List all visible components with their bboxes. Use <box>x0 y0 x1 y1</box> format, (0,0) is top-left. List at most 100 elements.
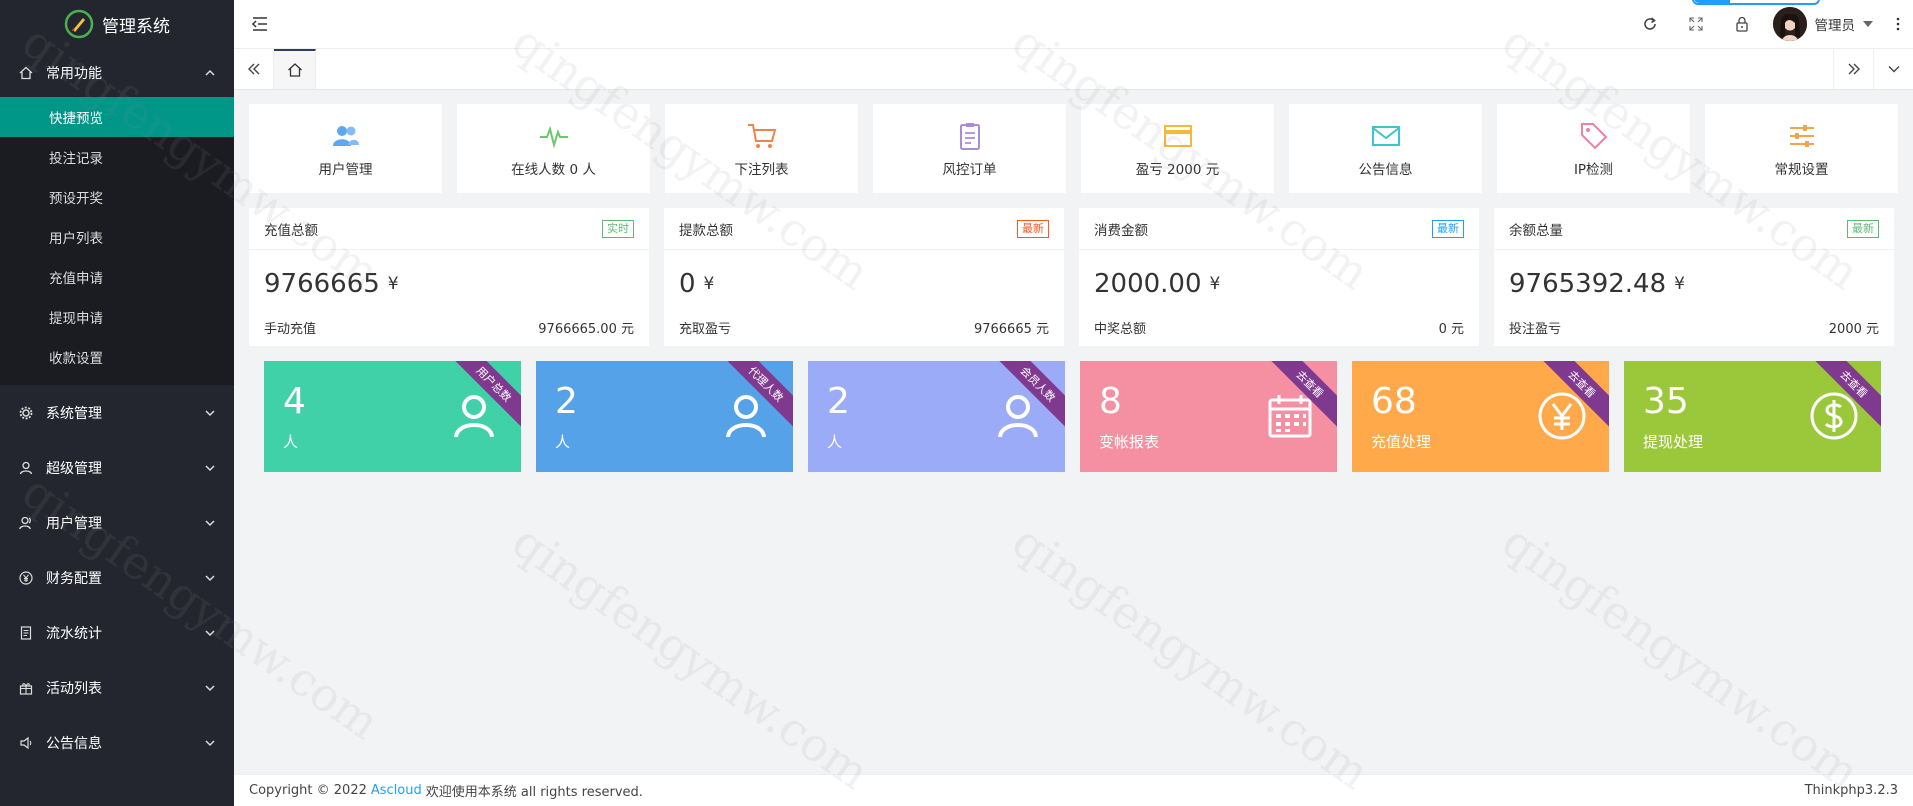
refresh-icon <box>1643 17 1656 30</box>
tab-options-button[interactable] <box>1873 49 1913 89</box>
card-recharge-processing[interactable]: 68 充值处理 去查看 <box>1352 361 1609 472</box>
menu-head-system[interactable]: 系统管理 <box>0 385 234 440</box>
sidebar-item-bet-records[interactable]: 投注记录 <box>0 137 234 177</box>
stat-consumption: 消费金额 最新 2000.00 ¥ 中奖总额 0 元 <box>1079 208 1479 346</box>
lock-screen-button[interactable] <box>1719 0 1765 49</box>
chevron-down-icon <box>205 574 215 581</box>
sliders-icon <box>1789 124 1814 147</box>
quick-ip-check[interactable]: IP检测 <box>1497 104 1690 193</box>
quick-label: 常规设置 <box>1774 161 1829 178</box>
double-chevron-left-icon <box>247 63 259 75</box>
menu-head-notices[interactable]: 公告信息 <box>0 715 234 770</box>
top-progress-indicator <box>1692 0 1820 5</box>
lock-icon <box>1735 16 1748 32</box>
user-icon <box>18 460 34 476</box>
menu-head-label: 流水统计 <box>46 625 102 642</box>
card-members[interactable]: 2 人 会员人数 <box>808 361 1065 472</box>
stat-withdraw-total: 提款总额 最新 0 ¥ 充取盈亏 9766665 元 <box>664 208 1064 346</box>
stat-foot-label: 中奖总额 <box>1094 322 1147 337</box>
document-icon <box>18 625 34 641</box>
sidebar-item-user-list[interactable]: 用户列表 <box>0 217 234 257</box>
quick-online-count[interactable]: 在线人数 0 人 <box>457 104 650 193</box>
calendar-icon <box>1268 395 1312 438</box>
tab-bar <box>234 49 1913 90</box>
user-icon <box>454 395 494 438</box>
card-unit: 人 <box>283 433 299 451</box>
quick-label: 下注列表 <box>734 161 789 178</box>
top-header: 管理员 <box>234 0 1913 49</box>
card-agents[interactable]: 2 人 代理人数 <box>536 361 793 472</box>
refresh-button[interactable] <box>1627 0 1673 49</box>
menu-head-users[interactable]: 用户管理 <box>0 495 234 550</box>
users-icon <box>332 125 359 146</box>
app-title: 管理系统 <box>102 16 170 37</box>
currency-symbol: ¥ <box>1674 274 1685 294</box>
menu-head-common[interactable]: 常用功能 <box>0 48 234 97</box>
chevron-down-icon <box>205 629 215 636</box>
stat-value: 2000.00 <box>1094 269 1202 299</box>
tab-scroll-right-button[interactable] <box>1833 49 1873 89</box>
quick-bet-list[interactable]: 下注列表 <box>665 104 858 193</box>
stat-foot-label: 充取盈亏 <box>679 322 732 337</box>
menu-head-finance[interactable]: 财务配置 <box>0 550 234 605</box>
quick-notices[interactable]: 公告信息 <box>1289 104 1482 193</box>
clipboard-icon <box>959 122 980 150</box>
sidebar-item-payment-settings[interactable]: 收款设置 <box>0 337 234 377</box>
card-number: 35 <box>1643 381 1689 422</box>
stat-balance-total: 余额总量 最新 9765392.48 ¥ 投注盈亏 2000 元 <box>1494 208 1894 346</box>
stat-foot-value: 9766665 元 <box>973 322 1049 337</box>
caret-down-icon <box>1863 21 1873 27</box>
sidebar-item-withdraw-requests[interactable]: 提现申请 <box>0 297 234 337</box>
stats-panels: 充值总额 实时 9766665 ¥ 手动充值 9766665.00 元 提款总额 最… <box>249 208 1894 346</box>
chevron-down-icon <box>1888 66 1899 73</box>
fullscreen-button[interactable] <box>1673 0 1719 49</box>
user-icon <box>726 395 766 438</box>
card-withdraw-processing[interactable]: 35 提现处理 去查看 <box>1624 361 1881 472</box>
tag-icon <box>1580 122 1607 149</box>
yen-icon <box>18 570 34 586</box>
card-unit: 充值处理 <box>1371 433 1432 451</box>
card-total-users[interactable]: 4 人 用户总数 <box>264 361 521 472</box>
menu-head-label: 公告信息 <box>46 735 102 752</box>
more-options-button[interactable] <box>1883 0 1913 49</box>
footer-version: Thinkphp3.2.3 <box>1804 783 1898 798</box>
currency-symbol: ¥ <box>703 274 715 294</box>
sidebar-item-recharge-requests[interactable]: 充值申请 <box>0 257 234 297</box>
quick-user-management[interactable]: 用户管理 <box>249 104 442 193</box>
sidebar-item-preset-draw[interactable]: 预设开奖 <box>0 177 234 217</box>
sidebar-toggle-button[interactable] <box>234 0 286 49</box>
card-number: 4 <box>283 381 306 422</box>
quick-risk-orders[interactable]: 风控订单 <box>873 104 1066 193</box>
menu-head-flow-stats[interactable]: 流水统计 <box>0 605 234 660</box>
card-account-changes[interactable]: 8 变帐报表 去查看 <box>1080 361 1337 472</box>
menu-head-label: 系统管理 <box>46 405 102 422</box>
rocket-logo-icon <box>64 9 94 39</box>
card-unit: 人 <box>555 433 571 451</box>
app-logo[interactable]: 管理系统 <box>0 0 234 48</box>
card-unit: 提现处理 <box>1643 433 1704 451</box>
stat-foot-value: 0 元 <box>1438 322 1464 337</box>
card-number: 2 <box>555 381 578 422</box>
menu-head-super[interactable]: 超级管理 <box>0 440 234 495</box>
card-number: 2 <box>827 381 850 422</box>
status-badge: 最新 <box>1432 219 1464 238</box>
menu-fold-icon <box>251 17 267 31</box>
summary-cards: 4 人 用户总数 2 人 代理人数 2 人 会员人数 8 变帐报表 去查看 68… <box>264 361 1881 472</box>
cart-icon <box>747 123 776 148</box>
dollar-circle-icon <box>1810 392 1858 440</box>
footer-link[interactable]: Ascloud <box>371 783 422 798</box>
user-menu[interactable]: 管理员 <box>1765 0 1884 49</box>
sidebar-item-quick-preview[interactable]: 快捷预览 <box>0 97 234 137</box>
double-chevron-right-icon <box>1848 63 1860 75</box>
quick-general-settings[interactable]: 常规设置 <box>1705 104 1898 193</box>
menu-head-activities[interactable]: 活动列表 <box>0 660 234 715</box>
stat-foot-value: 2000 元 <box>1828 322 1879 337</box>
tab-scroll-left-button[interactable] <box>234 49 274 89</box>
currency-symbol: ¥ <box>1209 274 1221 294</box>
quick-profit-loss[interactable]: 盈亏 2000 元 <box>1081 104 1274 193</box>
stat-recharge-total: 充值总额 实时 9766665 ¥ 手动充值 9766665.00 元 <box>249 208 649 346</box>
tab-home[interactable] <box>274 49 316 89</box>
stat-title: 消费金额 <box>1094 222 1148 239</box>
quick-label: 公告信息 <box>1358 161 1413 178</box>
card-number: 8 <box>1099 381 1122 422</box>
